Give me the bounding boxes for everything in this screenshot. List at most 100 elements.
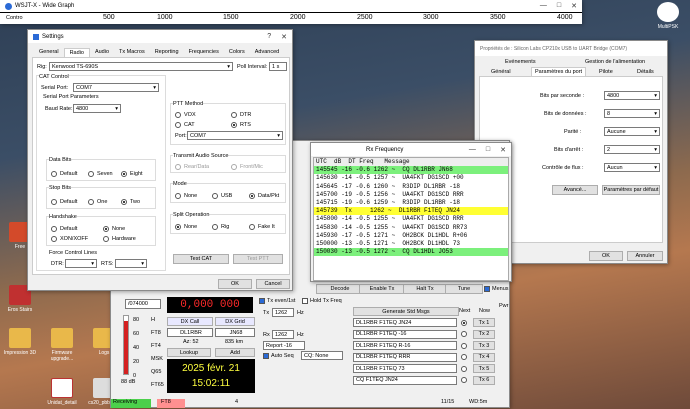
rx-list-item[interactable]: 145645 -17 -0.6 1260 ~ R3DIP DL1RBR -18 [314, 183, 508, 191]
split-rig-radio[interactable] [212, 224, 218, 230]
report-spin[interactable]: Report -16 [263, 341, 305, 350]
data-bits-seven-radio[interactable] [88, 171, 94, 177]
baud-select[interactable]: 4800 ▾ [604, 91, 660, 100]
tune-button[interactable]: Tune [445, 284, 483, 294]
tx-next-radio[interactable] [461, 342, 467, 349]
tx-audio-rear-radio[interactable] [175, 164, 181, 170]
mode-none-radio[interactable] [175, 193, 181, 199]
ptt-rts-radio[interactable] [231, 122, 237, 128]
ptt-port-select[interactable]: COM7 ▾ [187, 131, 283, 140]
desktop-icon-impression[interactable]: Impression 3D [2, 328, 38, 356]
com-ok-button[interactable]: OK [589, 251, 623, 261]
hold-tx-checkbox[interactable] [302, 298, 308, 304]
split-none-radio[interactable] [175, 224, 181, 230]
ptt-dtr-radio[interactable] [231, 112, 237, 118]
tx-message-field[interactable]: DL1RBR F1TEQ RRR [353, 352, 457, 362]
tx-now-button[interactable]: Tx 5 [473, 364, 495, 373]
tx-next-radio[interactable] [461, 365, 467, 372]
parity-select[interactable]: Aucune ▾ [604, 127, 660, 136]
desktop-icon-unidat[interactable]: Unidat_detail [44, 378, 80, 406]
tab-general[interactable]: Général [491, 69, 511, 75]
dx-call-input[interactable]: DL1RBR [167, 328, 213, 337]
test-ptt-button[interactable]: Test PTT [233, 254, 283, 264]
tab-evenements[interactable]: Evénements [505, 59, 536, 65]
mode-datapkt-radio[interactable] [249, 193, 255, 199]
tx-now-button[interactable]: Tx 3 [473, 341, 495, 350]
tx-now-button[interactable]: Tx 4 [473, 352, 495, 362]
maximize-icon[interactable]: □ [486, 146, 490, 154]
split-fake-radio[interactable] [249, 224, 255, 230]
lookup-button[interactable]: Lookup [167, 348, 211, 357]
mode-msk[interactable]: MSK [151, 356, 163, 362]
menus-checkbox[interactable] [484, 286, 490, 292]
tx-message-field[interactable]: CQ F1TEQ JN24 [353, 375, 457, 385]
tx-next-radio[interactable] [461, 354, 467, 360]
desktop-icon-firmware[interactable]: Firmware upgrade... [44, 328, 80, 362]
mode-h[interactable]: H [151, 317, 155, 323]
add-button[interactable]: Add [215, 348, 255, 357]
rx-list-item[interactable]: 145545 -16 -0.6 1262 ~ CQ DL1RBR JN68 [314, 166, 508, 175]
tx-now-button[interactable]: Tx 1 [473, 318, 495, 327]
desktop-icon-multipsk[interactable]: MultiPSK [650, 2, 686, 30]
handshake-xonxoff-radio[interactable] [51, 236, 57, 242]
mode-ft65[interactable]: FT65 [151, 382, 164, 388]
tx-message-field[interactable]: DL1RBR F1TEQ JN24 [353, 318, 457, 327]
mode-q65[interactable]: Q65 [151, 369, 161, 375]
rx-freq-spin[interactable]: 1262 [272, 330, 294, 339]
rts-select[interactable]: ▾ [115, 259, 147, 268]
stop-bits-select[interactable]: 2 ▾ [604, 145, 660, 154]
rx-list-item[interactable]: 145830 -14 -0.5 1255 ~ UA4FKT DG1SCD RR7… [314, 224, 508, 232]
rig-select[interactable]: Kenwood TS-690S ▾ [49, 62, 233, 71]
ptt-vox-radio[interactable] [175, 112, 181, 118]
settings-ok-button[interactable]: OK [218, 279, 252, 289]
data-bits-default-radio[interactable] [51, 171, 57, 177]
handshake-hardware-radio[interactable] [103, 236, 109, 242]
minimize-icon[interactable]: — [540, 2, 547, 10]
decode-button[interactable]: Decode [316, 284, 364, 294]
tab-port-settings[interactable]: Paramètres du port [531, 67, 587, 76]
com-cancel-button[interactable]: Annuler [627, 251, 663, 261]
rx-list-item[interactable]: 145800 -14 -0.5 1255 ~ UA4FKT DG1SCD RRR [314, 215, 508, 223]
maximize-icon[interactable]: □ [557, 2, 561, 10]
tab-pilote[interactable]: Pilote [599, 69, 613, 75]
ptt-cat-radio[interactable] [175, 122, 181, 128]
stop-bits-default-radio[interactable] [51, 199, 57, 205]
close-icon[interactable]: ✕ [500, 146, 506, 154]
data-bits-eight-radio[interactable] [121, 171, 127, 177]
tx-now-button[interactable]: Tx 2 [473, 329, 495, 339]
generate-std-msgs-button[interactable]: Generate Std Msgs [353, 307, 459, 316]
tx-even-checkbox[interactable] [259, 298, 265, 304]
flow-control-select[interactable]: Aucun ▾ [604, 163, 660, 172]
tab-details[interactable]: Détails [637, 69, 654, 75]
rx-list-item[interactable]: 145630 -14 -0.5 1257 ~ UA4FKT DG1SCD +00 [314, 174, 508, 182]
help-icon[interactable]: ? [267, 33, 271, 41]
handshake-default-radio[interactable] [51, 226, 57, 232]
enable-tx-button[interactable]: Enable Tx [359, 284, 405, 294]
rx-list-item[interactable]: 150000 -13 -0.5 1271 ~ OH2BCK DL1HDL 73 [314, 240, 508, 248]
rx-list-item[interactable]: 145700 -19 -0.5 1256 ~ UA4FKT DG1SCD RRR [314, 191, 508, 199]
auto-seq-checkbox[interactable] [263, 353, 269, 359]
mode-usb-radio[interactable] [212, 193, 218, 199]
tx-freq-spin[interactable]: 1262 [272, 308, 294, 317]
stop-bits-one-radio[interactable] [88, 199, 94, 205]
rx-list-item[interactable]: 145930 -17 -0.5 1271 ~ OH2BCK DL1HDL R+0… [314, 232, 508, 240]
baud-rate-select[interactable]: 4800 ▾ [73, 104, 121, 113]
mode-ft4[interactable]: FT4 [151, 343, 161, 349]
tx-message-field[interactable]: DL1RBR F1TEQ 73 [353, 364, 457, 373]
tx-message-field[interactable]: DL1RBR F1TEQ R-16 [353, 341, 457, 350]
minimize-icon[interactable]: — [469, 146, 476, 154]
test-cat-button[interactable]: Test CAT [173, 254, 229, 264]
tx-audio-front-radio[interactable] [231, 164, 237, 170]
rx-list-item[interactable]: 145739 Tx 1262 ~ DL1RBR F1TEQ JN24 [314, 207, 508, 216]
advanced-button[interactable]: Avancé... [552, 185, 598, 195]
dx-grid-input[interactable]: JN68 [215, 328, 255, 337]
tx-next-radio[interactable] [461, 331, 467, 337]
band-select[interactable]: /074000 [125, 299, 161, 309]
settings-cancel-button[interactable]: Cancel [256, 279, 290, 289]
serial-port-select[interactable]: COM7 ▾ [73, 83, 159, 92]
halt-tx-button[interactable]: Halt Tx [403, 284, 447, 294]
tx-next-radio[interactable] [461, 377, 467, 383]
rx-list-item[interactable]: 150030 -13 -0.5 1272 ~ CQ DL1HDL JO53 [314, 248, 508, 257]
tx-next-radio[interactable] [461, 319, 467, 326]
defaults-button[interactable]: Paramètres par défaut [602, 185, 660, 195]
